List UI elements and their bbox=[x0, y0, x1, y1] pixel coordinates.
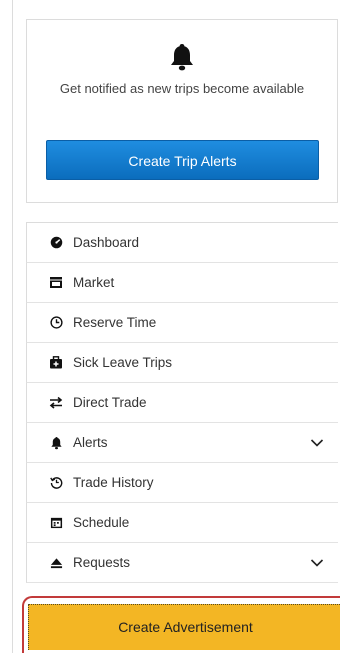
menu-item-label: Market bbox=[73, 275, 115, 290]
calendar-icon bbox=[49, 516, 63, 530]
dashboard-icon bbox=[49, 236, 63, 250]
menu-item-label: Requests bbox=[73, 555, 131, 570]
menu-item-requests[interactable]: Requests bbox=[26, 543, 338, 583]
clock-icon bbox=[49, 316, 63, 330]
menu-item-label: Alerts bbox=[73, 435, 108, 450]
menu-item-schedule[interactable]: Schedule bbox=[26, 503, 338, 543]
menu-item-label: Reserve Time bbox=[73, 315, 157, 330]
swap-icon bbox=[49, 396, 63, 410]
menu-item-label: Schedule bbox=[73, 515, 130, 530]
menu-item-label: Dashboard bbox=[73, 235, 140, 250]
chevron-down-icon[interactable] bbox=[310, 436, 324, 450]
eject-icon bbox=[49, 556, 63, 570]
history-icon bbox=[49, 476, 63, 490]
menu-item-reserve-time[interactable]: Reserve Time bbox=[26, 303, 338, 343]
menu-item-label: Sick Leave Trips bbox=[73, 355, 173, 370]
menu-item-alerts[interactable]: Alerts bbox=[26, 423, 338, 463]
menu-item-direct-trade[interactable]: Direct Trade bbox=[26, 383, 338, 423]
create-trip-alerts-button[interactable]: Create Trip Alerts bbox=[46, 140, 319, 180]
trip-alert-card: Get notified as new trips become availab… bbox=[26, 19, 338, 203]
bell-icon bbox=[49, 436, 63, 450]
chevron-down-icon[interactable] bbox=[310, 556, 324, 570]
menu-item-market[interactable]: Market bbox=[26, 263, 338, 303]
advertisement-highlight: Create Advertisement bbox=[22, 596, 340, 653]
store-icon bbox=[49, 276, 63, 290]
alert-message: Get notified as new trips become availab… bbox=[59, 81, 305, 96]
menu-item-trade-history[interactable]: Trade History bbox=[26, 463, 338, 503]
sidebar-menu: Dashboard Market Reserve Time Sick Leave… bbox=[26, 222, 338, 583]
menu-item-sick-leave-trips[interactable]: Sick Leave Trips bbox=[26, 343, 338, 383]
medical-bag-icon bbox=[49, 356, 63, 370]
menu-item-label: Trade History bbox=[73, 475, 154, 490]
bell-icon bbox=[171, 44, 193, 71]
create-advertisement-button[interactable]: Create Advertisement bbox=[28, 604, 340, 650]
menu-item-label: Direct Trade bbox=[73, 395, 147, 410]
menu-item-dashboard[interactable]: Dashboard bbox=[26, 223, 338, 263]
